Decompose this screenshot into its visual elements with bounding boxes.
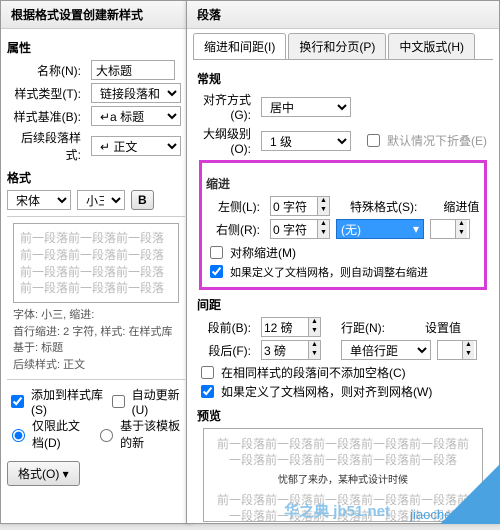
base-label: 样式基准(B): (7, 108, 85, 125)
properties-header: 属性 (7, 39, 185, 56)
linesp-label: 行距(N): (341, 319, 385, 336)
name-input[interactable] (91, 60, 175, 80)
collapse-label: 默认情况下折叠(E) (387, 132, 487, 149)
font-select[interactable]: 宋体 (7, 190, 71, 210)
outline-select[interactable]: 1 级 (261, 131, 351, 151)
special-select[interactable]: (无)▾ (336, 219, 424, 239)
watermark-text-2: 华之典 jb51.net (284, 500, 390, 521)
spin-up-icon: ▲ (317, 197, 329, 206)
tab-chinese[interactable]: 中文版式(H) (388, 33, 475, 59)
style-summary: 字体: 小三, 缩进: 首行缩进: 2 字符, 样式: 在样式库 基于: 标题 … (13, 307, 179, 373)
fontsize-select[interactable]: 小三 (77, 190, 125, 210)
align-select[interactable]: 居中 (261, 97, 351, 117)
format-button[interactable]: 格式(O) ▾ (7, 461, 80, 486)
template-radio[interactable] (100, 429, 113, 442)
after-spinner[interactable]: ▲▼ (261, 340, 321, 360)
tab-line-page[interactable]: 换行和分页(P) (288, 33, 386, 59)
only-doc-label: 仅限此文档(D) (32, 417, 91, 451)
linesp-select[interactable]: 单倍行距 (341, 340, 431, 360)
indent-val-spinner[interactable]: ▲▼ (430, 219, 470, 239)
indent-val-label: 缩进值 (443, 198, 479, 215)
outline-label: 大纲级别(O): (197, 125, 255, 156)
type-label: 样式类型(T): (7, 85, 85, 102)
only-doc-radio[interactable] (12, 429, 25, 442)
nospace-checkbox[interactable] (201, 366, 214, 379)
snapgrid-label: 如果定义了文档网格，则对齐到网格(W) (221, 383, 432, 400)
dialog-title: 根据格式设置创建新样式 (1, 1, 191, 29)
tab-bar: 缩进和间距(I) 换行和分页(P) 中文版式(H) (193, 33, 493, 60)
tab-indent-spacing[interactable]: 缩进和间距(I) (193, 33, 286, 59)
spacing-header: 间距 (197, 296, 489, 313)
auto-update-label: 自动更新(U) (132, 386, 185, 417)
format-header: 格式 (7, 169, 185, 186)
mirror-indent-label: 对称缩进(M) (230, 244, 296, 261)
setval-spinner[interactable]: ▲▼ (437, 340, 477, 360)
general-header: 常规 (197, 70, 489, 87)
paragraph-title: 段落 (187, 1, 499, 29)
style-preview: 前一段落前一段落前一段落前一段落前一段落前一段落前一段落前一段落前一段落前一段落… (13, 223, 179, 303)
follow-label: 后续段落样式: (7, 129, 85, 163)
collapse-checkbox[interactable] (367, 134, 380, 147)
add-to-style-label: 添加到样式库(S) (31, 386, 104, 417)
base-select[interactable]: ↵a 标题 (91, 106, 181, 126)
mirror-indent-checkbox[interactable] (210, 246, 223, 259)
nospace-label: 在相同样式的段落间不添加空格(C) (221, 364, 406, 381)
template-label: 基于该模板的新 (120, 417, 185, 451)
before-label: 段前(B): (197, 319, 255, 336)
snapgrid-checkbox[interactable] (201, 385, 214, 398)
auto-adjust-checkbox[interactable] (210, 265, 223, 278)
spin-down-icon: ▼ (317, 206, 329, 215)
after-label: 段后(F): (197, 342, 255, 359)
watermark-text: jiaocheng.com (410, 507, 494, 522)
name-label: 名称(N): (7, 62, 85, 79)
right-indent-spinner[interactable]: ▲▼ (270, 219, 330, 239)
preview-header: 预览 (197, 407, 489, 424)
left-indent-spinner[interactable]: ▲▼ (270, 196, 330, 216)
setval-label: 设置值 (425, 319, 461, 336)
auto-adjust-label: 如果定义了文档网格，则自动调整右缩进 (230, 264, 428, 280)
left-indent-label: 左侧(L): (206, 198, 264, 215)
auto-update-checkbox[interactable] (112, 395, 125, 408)
indent-highlight: 缩进 左侧(L): ▲▼ 特殊格式(S): 缩进值 右侧(R): ▲▼ (无)▾… (199, 160, 487, 290)
follow-select[interactable]: ↵ 正文 (91, 136, 181, 156)
bold-button[interactable]: B (131, 190, 154, 210)
align-label: 对齐方式(G): (197, 91, 255, 122)
special-label: 特殊格式(S): (350, 198, 417, 215)
paragraph-dialog: 段落 缩进和间距(I) 换行和分页(P) 中文版式(H) 常规 对齐方式(G):… (186, 0, 500, 524)
type-select[interactable]: 链接段落和字符 (91, 83, 181, 103)
new-style-dialog: 根据格式设置创建新样式 属性 名称(N): 样式类型(T): 链接段落和字符 样式… (0, 0, 192, 524)
add-to-style-checkbox[interactable] (11, 395, 24, 408)
indent-header: 缩进 (206, 175, 480, 192)
before-spinner[interactable]: ▲▼ (261, 317, 321, 337)
right-indent-label: 右侧(R): (206, 221, 264, 238)
